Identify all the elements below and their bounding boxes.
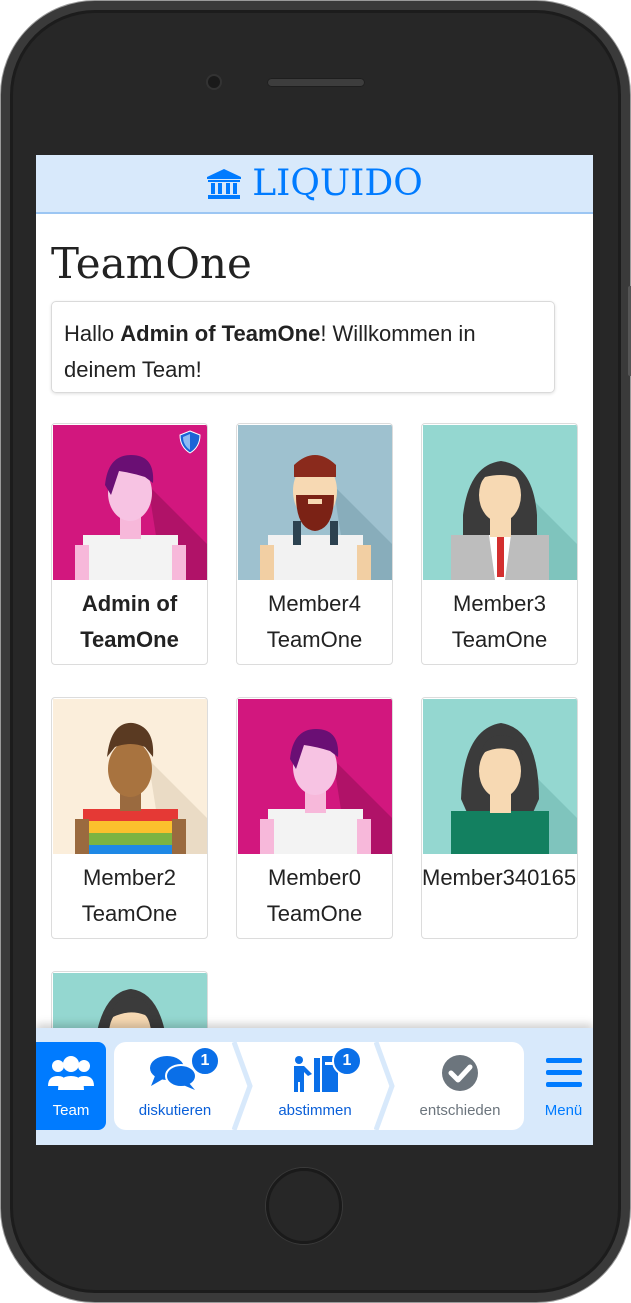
member-card[interactable]: Member3 TeamOne [421,423,578,665]
brand-link[interactable]: LIQUIDO [206,163,423,204]
home-button[interactable] [266,1168,342,1244]
institution-icon [206,168,242,200]
nav-decided-label: entschieden [419,1102,501,1119]
brand-title: LIQUIDO [252,163,423,204]
admin-shield-icon [179,430,201,458]
member-card[interactable]: Member0 TeamOne [236,697,393,939]
member-name: Member3401658_2teams [422,865,577,890]
hamburger-menu-icon [546,1056,582,1094]
welcome-prefix: Hallo [64,321,121,346]
welcome-message: Hallo Admin of TeamOne! Willkommen in de… [51,301,555,393]
member-card[interactable]: Member4 TeamOne [236,423,393,665]
nav-team-button[interactable]: Team [36,1042,106,1130]
check-circle-icon [441,1054,479,1096]
process-steps: 1 diskutieren 1 abstimmen entschieden [114,1042,524,1130]
bottom-nav: Team 1 diskutieren 1 abstimmen entschied… [36,1028,593,1145]
member-card[interactable]: Member3401658_2teams [421,697,578,939]
avatar [53,699,207,854]
nav-menu-button[interactable]: Menü [534,1042,593,1130]
vote-count-badge: 1 [332,1046,362,1076]
nav-decided-button[interactable]: entschieden [396,1042,524,1130]
member-name: Member4 TeamOne [266,591,363,652]
member-name: Member3 TeamOne [451,591,548,652]
step-chevron [232,1042,253,1130]
nav-discuss-button[interactable]: 1 diskutieren [114,1042,236,1130]
nav-vote-button[interactable]: 1 abstimmen [254,1042,376,1130]
welcome-user: Admin of TeamOne [120,321,321,346]
member-name: Admin of TeamOne [80,591,179,652]
nav-vote-label: abstimmen [278,1102,352,1119]
member-card[interactable]: Member2 TeamOne [51,697,208,939]
step-chevron [374,1042,395,1130]
earpiece-speaker [267,78,365,87]
avatar [423,699,577,854]
nav-team-label: Team [52,1102,90,1119]
avatar [238,425,392,580]
page-title: TeamOne [51,239,252,288]
front-camera [208,76,220,88]
member-name: Member0 TeamOne [266,865,363,926]
nav-discuss-label: diskutieren [138,1102,212,1119]
member-name: Member2 TeamOne [81,865,178,926]
member-card[interactable]: Admin of TeamOne [51,423,208,665]
users-icon [46,1054,96,1098]
nav-menu-label: Menü [544,1102,583,1119]
avatar [423,425,577,580]
discuss-count-badge: 1 [190,1046,220,1076]
avatar [238,699,392,854]
top-navbar: LIQUIDO [36,155,593,214]
app-screen: LIQUIDO TeamOne Hallo Admin of TeamOne! … [36,155,593,1145]
